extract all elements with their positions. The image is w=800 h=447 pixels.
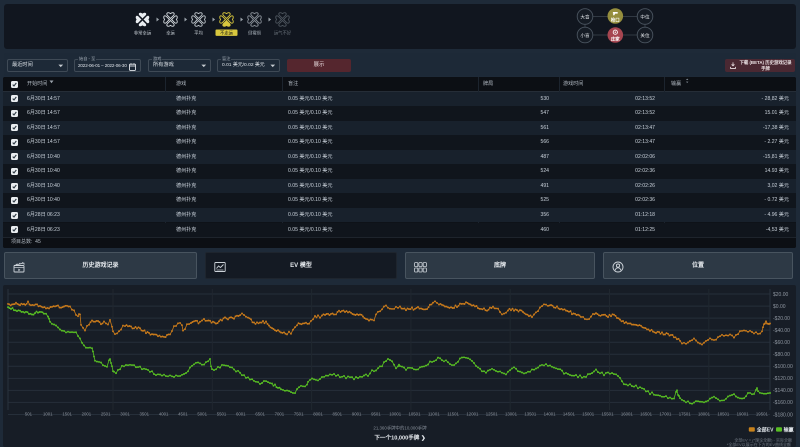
svg-text:4501: 4501 (178, 412, 188, 417)
svg-text:6001: 6001 (236, 412, 246, 417)
svg-text:14501: 14501 (563, 412, 576, 417)
svg-text:7501: 7501 (294, 412, 304, 417)
svg-text:9501: 9501 (371, 412, 381, 417)
svg-text:-$60.00: -$60.00 (773, 340, 790, 346)
svg-text:2501: 2501 (101, 412, 111, 417)
svg-text:10001: 10001 (389, 412, 402, 417)
svg-text:21,360手牌中的10,000手牌: 21,360手牌中的10,000手牌 (373, 424, 427, 431)
svg-text:12501: 12501 (486, 412, 499, 417)
svg-text:-$160.00: -$160.00 (773, 400, 793, 406)
svg-text:-$140.00: -$140.00 (773, 388, 793, 394)
svg-text:$20.00: $20.00 (773, 292, 789, 298)
svg-text:8501: 8501 (333, 412, 343, 417)
svg-text:-$120.00: -$120.00 (773, 376, 793, 382)
svg-text:输赢: 输赢 (784, 426, 794, 433)
svg-text:11501: 11501 (447, 412, 459, 417)
svg-text:5501: 5501 (217, 412, 227, 417)
svg-text:12001: 12001 (466, 412, 479, 417)
svg-text:13501: 13501 (524, 412, 537, 417)
svg-text:19001: 19001 (737, 412, 750, 417)
svg-text:全部EV: 全部EV (756, 426, 774, 433)
svg-text:5001: 5001 (197, 412, 207, 417)
svg-text:-$80.00: -$80.00 (773, 352, 790, 358)
svg-text:-$20.00: -$20.00 (773, 316, 790, 322)
svg-text:-$100.00: -$100.00 (773, 364, 793, 370)
svg-text:501: 501 (25, 412, 33, 417)
svg-text:9001: 9001 (352, 412, 362, 417)
svg-text:3501: 3501 (140, 412, 150, 417)
svg-text:16501: 16501 (640, 412, 653, 417)
svg-text:-$180.00: -$180.00 (773, 412, 793, 418)
svg-text:18001: 18001 (698, 412, 711, 417)
svg-text:下一个10,000手牌 ❯: 下一个10,000手牌 ❯ (374, 433, 426, 441)
svg-text:15001: 15001 (582, 412, 595, 417)
svg-text:4001: 4001 (159, 412, 169, 417)
svg-text:8001: 8001 (313, 412, 323, 417)
svg-text:6501: 6501 (255, 412, 265, 417)
svg-text:15501: 15501 (602, 412, 615, 417)
svg-text:17001: 17001 (659, 412, 672, 417)
svg-text:13001: 13001 (505, 412, 518, 417)
svg-text:*全部EV以展示在下方的EV曲线全额: *全部EV以展示在下方的EV曲线全额 (727, 441, 791, 447)
svg-text:$0.00: $0.00 (773, 304, 786, 310)
svg-text:10501: 10501 (409, 412, 422, 417)
svg-text:1501: 1501 (62, 412, 72, 417)
svg-text:17501: 17501 (679, 412, 692, 417)
svg-text:7001: 7001 (275, 412, 285, 417)
svg-text:14001: 14001 (544, 412, 557, 417)
svg-text:1001: 1001 (43, 412, 53, 417)
svg-text:2001: 2001 (82, 412, 92, 417)
svg-text:18501: 18501 (717, 412, 730, 417)
svg-text:19501: 19501 (756, 412, 769, 417)
svg-text:-$40.00: -$40.00 (773, 328, 790, 334)
svg-text:11001: 11001 (428, 412, 440, 417)
svg-text:16001: 16001 (621, 412, 634, 417)
svg-text:3001: 3001 (120, 412, 130, 417)
